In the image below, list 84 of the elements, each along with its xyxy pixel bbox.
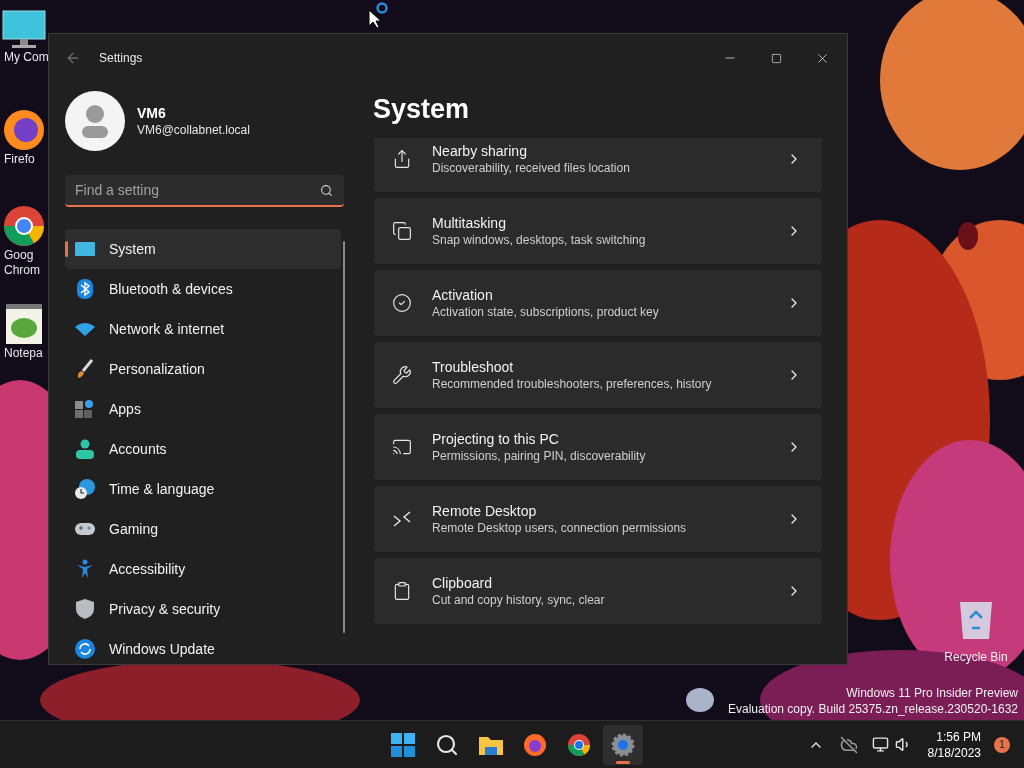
nav-item[interactable]: Accessibility [65,549,341,589]
bluetooth-icon [77,279,93,299]
desktop-icon-label[interactable]: Notepa [0,346,43,361]
desktop-icon-label[interactable]: My Com [0,50,49,65]
card-description: Permissions, pairing PIN, discoverability [432,448,647,464]
monitor-icon [2,10,46,50]
nav-item[interactable]: Network & internet [65,309,341,349]
accessibility-icon [76,559,94,579]
card-description: Snap windows, desktops, task switching [432,232,647,248]
notification-badge[interactable]: 1 [994,736,1010,753]
selection-indicator [65,241,68,257]
gear-icon [611,732,635,757]
firefox-icon [523,732,547,757]
wrench-icon [392,365,412,385]
sync-icon [75,639,95,659]
desktop-icon-label[interactable]: Firefo [0,152,35,167]
avatar-icon [65,91,125,151]
apps-icon [75,399,95,419]
card-description: Recommended troubleshooters, preferences, history [432,376,713,392]
shield-icon [76,599,94,619]
desktop-icon-label[interactable]: Goog [0,248,34,263]
card-description: Activation state, subscriptions, product key [432,304,660,320]
card-title: Remote Desktop [432,502,538,520]
arrows-icon [392,509,412,529]
window-title: Settings [99,50,143,67]
share-icon [392,149,412,169]
settings-card[interactable]: Remote Desktop Remote Desktop users, connection permissions [374,486,822,552]
settings-card[interactable]: Multitasking Snap windows, desktops, task switching [374,198,822,264]
card-title: Clipboard [432,574,493,592]
settings-card[interactable]: Projecting to this PC Permissions, pairing PIN, discoverability [374,414,822,480]
check-circle-icon [392,293,412,313]
clock[interactable]: 1:56 PM 8/18/2023 [927,728,981,761]
overlapping-windows-icon [392,221,412,241]
nav-item[interactable]: Gaming [65,509,341,549]
wifi-icon [75,322,95,336]
nav-item[interactable]: Apps [65,389,341,429]
globe-clock-icon [75,479,95,499]
user-name: VM6 [137,104,167,122]
active-indicator [616,760,630,764]
card-title: Projecting to this PC [432,430,560,448]
nav-item[interactable]: Bluetooth & devices [65,269,341,309]
nav-item[interactable]: Time & language [65,469,341,509]
settings-card[interactable]: Clipboard Cut and copy history, sync, clear [374,558,822,624]
windows-logo-icon [391,732,415,757]
desktop-icon-label[interactable]: Chrom [0,263,40,278]
screens-icon [392,437,412,457]
settings-card[interactable]: Troubleshoot Recommended troubleshooters, preferences, history [374,342,822,408]
firefox-icon [2,108,46,152]
card-title: Troubleshoot [432,358,515,376]
brush-icon [76,359,94,379]
chrome-icon [2,204,46,248]
network-icon[interactable] [871,736,889,753]
back-icon[interactable] [65,50,81,66]
cloud-off-icon[interactable] [839,735,858,754]
edition-watermark-text: Windows 11 Pro Insider Preview [846,685,1018,701]
card-description: Cut and copy history, sync, clear [432,592,606,608]
card-description: Remote Desktop users, connection permissions [432,520,688,536]
card-title: Nearby sharing [432,142,528,160]
card-title: Multitasking [432,214,507,232]
gamepad-icon [75,522,95,536]
scrollbar[interactable] [343,241,345,633]
desktop-icon-label[interactable]: Recycle Bin [944,650,1008,665]
search-field[interactable]: Find a setting [65,175,344,207]
nav-item[interactable]: Accounts [65,429,341,469]
person-icon [76,439,94,459]
notepad-icon [4,302,44,346]
nav-item[interactable]: Privacy & security [65,589,341,629]
card-description: Discoverability, received files location [432,160,631,176]
nav-item[interactable]: Windows Update [65,629,341,669]
cursor-icon [368,2,390,28]
clipboard-icon [392,581,412,601]
edition-watermark-text: Evaluation copy. Build 25375.zn_release.230520-1632 [728,701,1018,717]
maximize-icon [770,52,782,64]
user-email: VM6@collabnet.local [137,122,250,138]
settings-card[interactable]: Activation Activation state, subscriptions, product key [374,270,822,336]
display-icon [75,242,95,256]
page-heading: System [373,94,471,124]
nav-item[interactable]: System [65,229,341,269]
chrome-icon [567,732,591,757]
card-title: Activation [432,286,494,304]
search-icon [435,732,459,757]
search-icon [320,184,333,197]
settings-card[interactable]: Nearby sharing Discoverability, received files location [374,138,822,192]
nav-item[interactable]: Personalization [65,349,341,389]
